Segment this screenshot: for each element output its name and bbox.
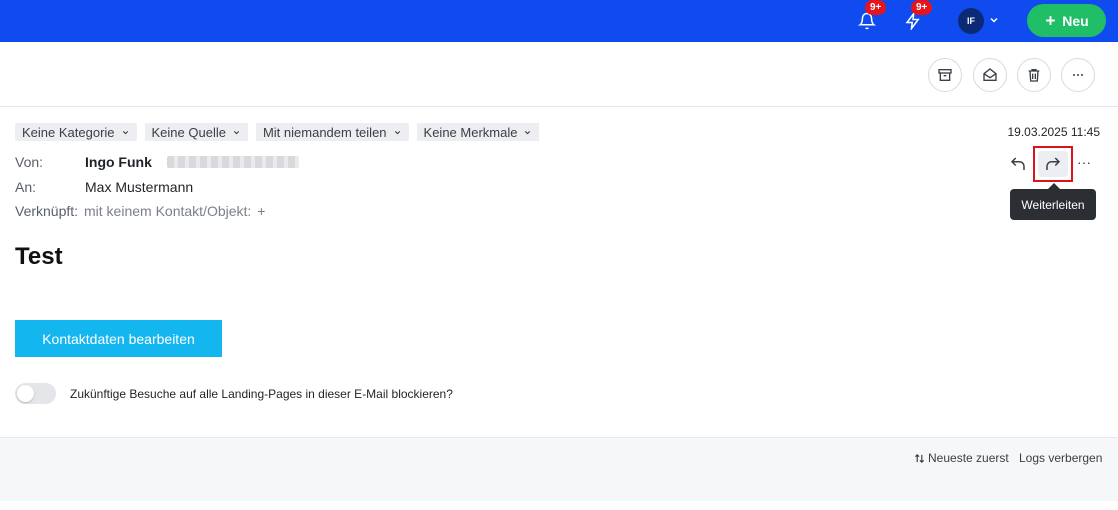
from-label: Von: (15, 154, 44, 170)
sender-email-redacted (167, 156, 299, 168)
new-button[interactable]: Neu (1027, 4, 1106, 37)
share-label: Mit niemandem teilen (262, 124, 387, 140)
avatar[interactable]: IF (958, 8, 984, 34)
envelope-open-icon (983, 68, 997, 81)
sort-icon (914, 453, 925, 463)
source-dropdown[interactable]: Keine Quelle (144, 123, 248, 141)
chevron-down-icon (233, 130, 240, 134)
footer-bar (0, 437, 1118, 501)
more-email-options[interactable]: ··· (1077, 154, 1091, 170)
mark-read-button[interactable] (973, 58, 1007, 92)
email-subject: Test (15, 243, 63, 270)
hide-logs-button[interactable]: Logs verbergen (1019, 451, 1102, 465)
forward-button-hover (1038, 151, 1068, 177)
forward-button[interactable] (1033, 146, 1073, 182)
plus-icon (1046, 16, 1056, 25)
share-dropdown[interactable]: Mit niemandem teilen (255, 123, 409, 141)
chevron-down-icon[interactable] (988, 14, 1000, 26)
category-dropdown[interactable]: Keine Kategorie (15, 123, 137, 141)
recipient-name[interactable]: Max Mustermann (85, 179, 193, 195)
archive-icon (938, 69, 952, 81)
notifications-badge: 9+ (865, 0, 887, 15)
reply-button[interactable] (1007, 153, 1029, 175)
add-link-button[interactable]: + (257, 203, 265, 219)
more-actions-button[interactable] (1061, 58, 1095, 92)
trash-icon (1028, 69, 1040, 82)
sort-label: Neueste zuerst (928, 451, 1009, 465)
to-label: An: (15, 179, 37, 195)
features-label: Keine Merkmale (423, 124, 518, 140)
sort-button[interactable]: Neueste zuerst (914, 451, 1009, 465)
new-button-label: Neu (1062, 12, 1089, 29)
activity-badge: 9+ (911, 0, 933, 15)
linked-contact[interactable]: mit keinem Kontakt/Objekt: + (84, 203, 265, 219)
more-icon (1073, 74, 1083, 76)
email-action-bar (0, 42, 1118, 107)
tag-selectors: Keine Kategorie Keine Quelle Mit niemand… (15, 123, 540, 141)
delete-button[interactable] (1017, 58, 1051, 92)
sender-name[interactable]: Ingo Funk (85, 154, 152, 170)
source-label: Keine Quelle (151, 124, 226, 140)
chevron-down-icon (394, 130, 400, 134)
linked-label: Verknüpft: (15, 203, 79, 219)
features-dropdown[interactable]: Keine Merkmale (416, 123, 540, 141)
toggle-knob (17, 385, 34, 402)
edit-contact-button[interactable]: Kontaktdaten bearbeiten (15, 320, 222, 357)
activity-button[interactable]: 9+ (901, 0, 933, 33)
top-bar: 9+ 9+ IF Neu (0, 0, 1118, 42)
linked-value: mit keinem Kontakt/Objekt: (84, 203, 252, 219)
forward-tooltip: Weiterleiten (1010, 183, 1096, 220)
notifications-button[interactable]: 9+ (855, 0, 887, 33)
toggle-label: Zukünftige Besuche auf alle Landing-Page… (70, 387, 453, 401)
reply-icon (1010, 157, 1025, 170)
email-date: 19.03.2025 11:45 (1007, 125, 1100, 139)
chevron-down-icon (122, 130, 128, 134)
forward-icon (1046, 157, 1061, 170)
block-landing-pages-toggle[interactable] (15, 383, 56, 404)
category-label: Keine Kategorie (22, 124, 115, 140)
chevron-down-icon (525, 130, 531, 134)
archive-button[interactable] (928, 58, 962, 92)
